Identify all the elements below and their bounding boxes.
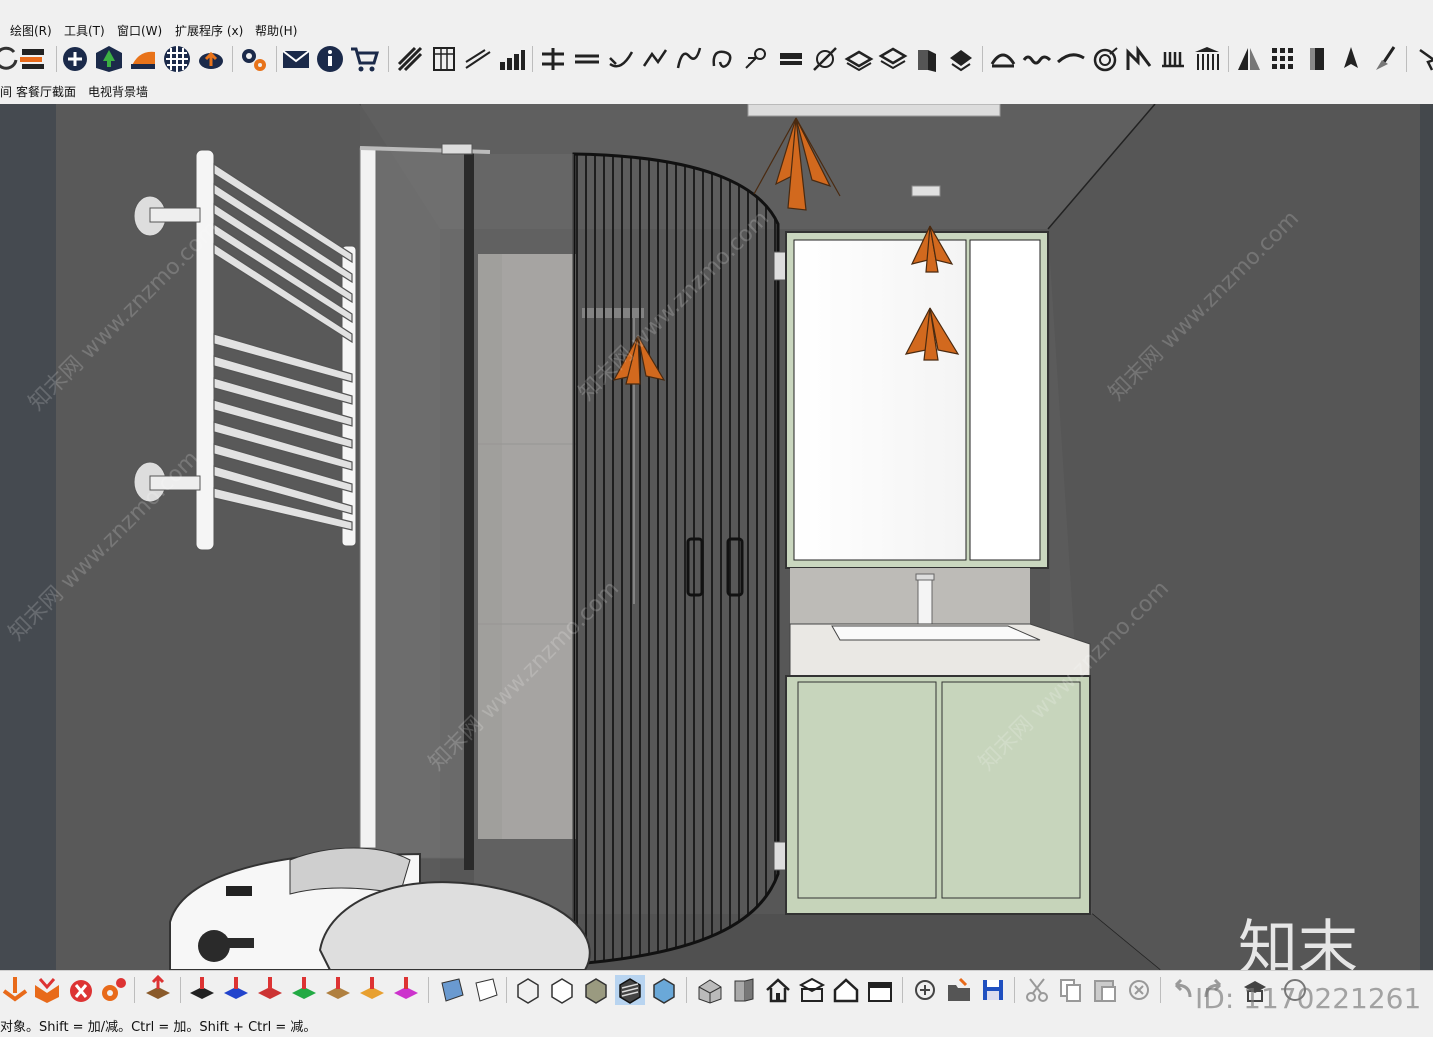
front-icon[interactable] — [729, 975, 759, 1005]
rail-icon[interactable] — [1158, 44, 1188, 74]
side-icon[interactable] — [865, 975, 895, 1005]
spiral-icon[interactable] — [1090, 44, 1120, 74]
cloud-upload-icon[interactable] — [196, 44, 226, 74]
faucet — [917, 573, 933, 627]
brush-icon[interactable] — [1370, 44, 1400, 74]
arrow-f-icon[interactable] — [391, 975, 421, 1005]
gear-icon[interactable] — [238, 44, 268, 74]
align-icon[interactable] — [538, 44, 568, 74]
draw-icon[interactable] — [810, 44, 840, 74]
stair-icon[interactable] — [395, 44, 425, 74]
copy-icon[interactable] — [1056, 975, 1086, 1005]
wave-icon[interactable] — [1022, 44, 1052, 74]
scene-tab-living-dining[interactable]: 客餐厅截面 — [16, 83, 76, 100]
arc-icon[interactable] — [572, 44, 602, 74]
box-shaded-icon[interactable] — [581, 975, 611, 1005]
vanity-door-left — [797, 681, 937, 899]
save-icon[interactable] — [978, 975, 1008, 1005]
house-icon[interactable] — [831, 975, 861, 1005]
select-icon[interactable] — [1412, 44, 1433, 74]
face2-icon[interactable] — [471, 975, 501, 1005]
menu-bar: 绘图(R) 工具(T) 窗口(W) 扩展程序 (x) 帮助(H) — [0, 0, 1433, 40]
bar-chart-icon[interactable] — [497, 44, 527, 74]
arrow-red-icon[interactable] — [187, 975, 217, 1005]
menu-draw[interactable]: 绘图(R) — [10, 22, 52, 39]
line-icon[interactable] — [463, 44, 493, 74]
column-icon[interactable] — [429, 44, 459, 74]
arrow-r-icon[interactable] — [255, 975, 285, 1005]
menu-extensions[interactable]: 扩展程序 (x) — [175, 22, 243, 39]
left-strip — [0, 104, 56, 970]
box-hidden-icon[interactable] — [547, 975, 577, 1005]
undo-icon[interactable] — [1166, 975, 1196, 1005]
pen-icon[interactable] — [1336, 44, 1366, 74]
stack-icon[interactable] — [844, 44, 874, 74]
status-text: 对象。Shift = 加/减。Ctrl = 加。Shift + Ctrl = 减… — [0, 1020, 317, 1035]
sandbox-icon[interactable] — [128, 44, 158, 74]
gear2-icon[interactable] — [98, 975, 128, 1005]
box-wire-icon[interactable] — [513, 975, 543, 1005]
checker-sphere-icon[interactable] — [162, 44, 192, 74]
shower-frame-post — [359, 147, 377, 849]
scene-tabs: 间 客餐厅截面 电视背景墙 — [0, 80, 1433, 100]
arrow-n-icon[interactable] — [323, 975, 353, 1005]
info-icon[interactable] — [315, 44, 345, 74]
zoom-icon[interactable] — [910, 975, 940, 1005]
stack2-icon[interactable] — [878, 44, 908, 74]
menu-help[interactable]: 帮助(H) — [255, 22, 297, 39]
panel-icon[interactable] — [1302, 44, 1332, 74]
open-icon[interactable] — [944, 975, 974, 1005]
shape-icon[interactable] — [988, 44, 1018, 74]
home-icon[interactable] — [763, 975, 793, 1005]
main-toolbar — [0, 40, 1433, 81]
scene-tab-partial[interactable]: 间 — [0, 83, 12, 100]
loop-icon[interactable] — [708, 44, 738, 74]
push-icon[interactable] — [946, 44, 976, 74]
delete-icon[interactable] — [1124, 975, 1154, 1005]
node-icon[interactable] — [742, 44, 772, 74]
box-mono-icon[interactable] — [649, 975, 679, 1005]
iso-icon[interactable] — [695, 975, 725, 1005]
ceiling-light — [747, 104, 1001, 117]
bezier-icon[interactable] — [674, 44, 704, 74]
grid-icon[interactable] — [1268, 44, 1298, 74]
arrow-x-icon[interactable] — [357, 975, 387, 1005]
flatten-icon[interactable] — [776, 44, 806, 74]
layers-icon[interactable] — [18, 44, 48, 74]
path-icon[interactable] — [640, 44, 670, 74]
drop-icon[interactable] — [0, 975, 30, 1005]
temple-icon[interactable] — [1192, 44, 1222, 74]
box-texture-icon[interactable] — [615, 975, 645, 1005]
mirror-cabinet — [785, 231, 1049, 569]
right-wall — [1048, 104, 1420, 970]
arrow-blue-icon[interactable] — [221, 975, 251, 1005]
mail-icon[interactable] — [281, 44, 311, 74]
cut-icon[interactable] — [1022, 975, 1052, 1005]
curve-icon[interactable] — [606, 44, 636, 74]
extrude-icon[interactable] — [912, 44, 942, 74]
fold-icon[interactable] — [32, 975, 62, 1005]
face-icon[interactable] — [437, 975, 467, 1005]
menu-tools[interactable]: 工具(T) — [64, 22, 105, 39]
status-bar: 对象。Shift = 加/减。Ctrl = 加。Shift + Ctrl = 减… — [0, 1010, 1433, 1037]
backsplash — [790, 568, 1030, 626]
arrow-v-icon[interactable] — [289, 975, 319, 1005]
bathroom-scene — [0, 104, 1433, 970]
scene-tab-tv-wall[interactable]: 电视背景墙 — [88, 83, 148, 100]
paste-icon[interactable] — [1090, 975, 1120, 1005]
top-icon[interactable] — [797, 975, 827, 1005]
downlight — [911, 185, 941, 197]
cart-icon[interactable] — [349, 44, 379, 74]
fluted-glass-door — [572, 152, 780, 966]
mirror-icon[interactable] — [1234, 44, 1264, 74]
add-circle-icon[interactable] — [60, 44, 90, 74]
model-viewport[interactable]: 知末网 www.znzmo.com 知末网 www.znzmo.com 知末网 … — [0, 104, 1433, 970]
house-green-icon[interactable] — [94, 44, 124, 74]
bolt-icon[interactable] — [66, 975, 96, 1005]
vanity-door-right — [941, 681, 1081, 899]
menu-window[interactable]: 窗口(W) — [117, 22, 162, 39]
move-up-icon[interactable] — [143, 975, 173, 1005]
roof-icon[interactable] — [1124, 44, 1154, 74]
curve2-icon[interactable] — [1056, 44, 1086, 74]
